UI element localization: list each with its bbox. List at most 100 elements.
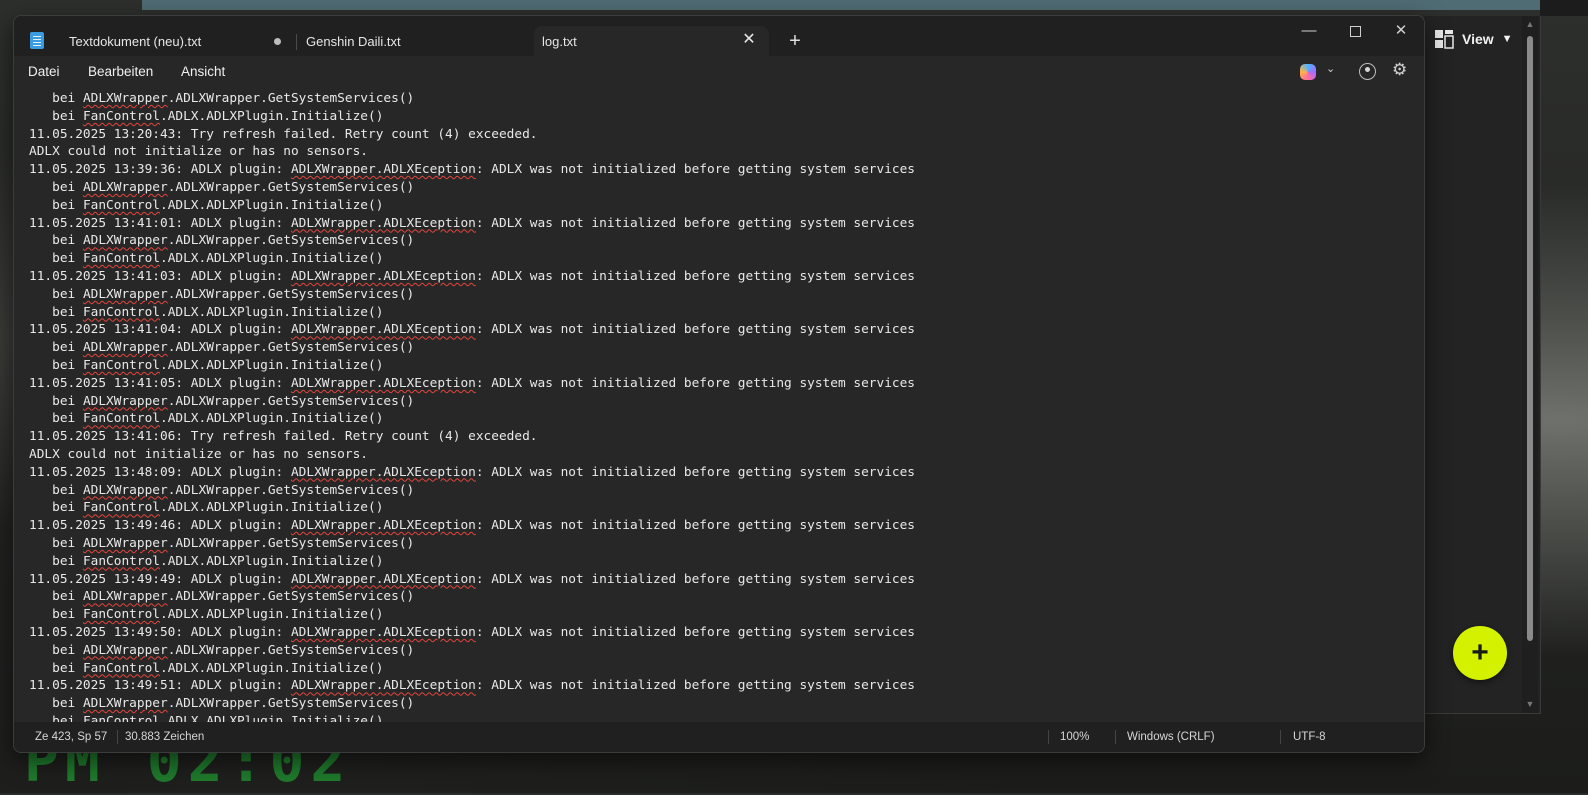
log-text: : ADLX was not initialized before gettin… — [475, 518, 916, 534]
chevron-down-icon[interactable]: ⌄ — [1326, 62, 1335, 75]
copilot-icon[interactable] — [1300, 64, 1316, 80]
log-line: bei ADLXWrapper.ADLXWrapper.GetSystemSer… — [29, 588, 915, 606]
close-window-button[interactable]: ✕ — [1378, 18, 1424, 48]
spellcheck-flagged-word: FanControl — [82, 660, 160, 676]
indent-bei: bei — [29, 179, 83, 195]
status-divider — [117, 730, 118, 744]
log-line: bei FanControl.ADLX.ADLXPlugin.Initializ… — [29, 197, 915, 215]
indent-bei: bei — [29, 713, 83, 722]
spellcheck-flagged-word: FanControl — [82, 553, 160, 569]
menu-view[interactable]: Ansicht — [181, 64, 225, 79]
log-text: 11.05.2025 13:41:04: ADLX plugin: — [29, 322, 291, 338]
spellcheck-flagged-word: FanControl — [82, 304, 160, 320]
log-text: .ADLXWrapper.GetSystemServices() — [167, 340, 415, 356]
notepad-window: Textdokument (neu).txt Genshin Daili.txt… — [13, 15, 1425, 753]
status-divider — [1280, 730, 1281, 744]
menu-file[interactable]: Datei — [28, 64, 60, 79]
spellcheck-flagged-word: ADLXWrapper — [82, 642, 168, 658]
scroll-down-arrow-icon[interactable]: ▼ — [1525, 699, 1535, 709]
indent-bei: bei — [29, 197, 83, 213]
log-text: .ADLXWrapper.GetSystemServices() — [167, 286, 415, 302]
add-floating-button[interactable]: + — [1453, 626, 1507, 680]
log-text: .ADLX.ADLXPlugin.Initialize() — [159, 357, 384, 373]
log-text: 11.05.2025 13:39:36: ADLX plugin: — [29, 162, 291, 178]
scroll-up-arrow-icon[interactable]: ▲ — [1525, 19, 1535, 29]
log-line: 11.05.2025 13:41:04: ADLX plugin: ADLXWr… — [29, 321, 915, 339]
status-divider — [1115, 730, 1116, 744]
maximize-icon — [1349, 25, 1361, 37]
line-ending[interactable]: Windows (CRLF) — [1127, 731, 1215, 743]
character-count: 30.883 Zeichen — [125, 731, 205, 743]
log-line: ADLX could not initialize or has no sens… — [29, 446, 915, 464]
text-editor[interactable]: bei ADLXWrapper.ADLXWrapper.GetSystemSer… — [14, 88, 1424, 722]
log-line: bei ADLXWrapper.ADLXWrapper.GetSystemSer… — [29, 232, 915, 250]
indent-bei: bei — [29, 108, 83, 124]
log-line: bei ADLXWrapper.ADLXWrapper.GetSystemSer… — [29, 179, 915, 197]
log-text: : ADLX was not initialized before gettin… — [475, 678, 916, 694]
log-line: bei FanControl.ADLX.ADLXPlugin.Initializ… — [29, 250, 915, 268]
log-text: : ADLX was not initialized before gettin… — [475, 215, 916, 231]
menu-bar: Datei Bearbeiten Ansicht ⌄ ⚙ — [14, 56, 1424, 88]
spellcheck-flagged-word: ADLXWrapper.ADLXEception — [290, 571, 476, 587]
log-text: .ADLXWrapper.GetSystemServices() — [167, 233, 415, 249]
tab-genshin-daili[interactable]: Genshin Daili.txt — [306, 26, 536, 56]
log-text: 11.05.2025 13:48:09: ADLX plugin: — [29, 464, 291, 480]
log-line: bei ADLXWrapper.ADLXWrapper.GetSystemSer… — [29, 286, 915, 304]
spellcheck-flagged-word: ADLXWrapper.ADLXEception — [290, 162, 476, 178]
encoding[interactable]: UTF-8 — [1293, 731, 1326, 743]
notepad-app-icon — [30, 32, 44, 49]
spellcheck-flagged-word: ADLXWrapper — [82, 233, 168, 249]
spellcheck-flagged-word: ADLXWrapper.ADLXEception — [290, 322, 476, 338]
status-divider — [1048, 730, 1049, 744]
indent-bei: bei — [29, 500, 83, 516]
spellcheck-flagged-word: ADLXWrapper — [82, 589, 168, 605]
log-line: bei FanControl.ADLX.ADLXPlugin.Initializ… — [29, 499, 915, 517]
indent-bei: bei — [29, 642, 83, 658]
background-app-scrollbar[interactable]: ▲ ▼ — [1522, 16, 1538, 713]
log-text: 11.05.2025 13:41:01: ADLX plugin: — [29, 215, 291, 231]
maximize-button[interactable] — [1332, 18, 1378, 48]
tab-log[interactable]: log.txt ✕ — [534, 26, 769, 56]
log-line: bei ADLXWrapper.ADLXWrapper.GetSystemSer… — [29, 339, 915, 357]
log-text: .ADLX.ADLXPlugin.Initialize() — [159, 660, 384, 676]
log-text: 11.05.2025 13:49:46: ADLX plugin: — [29, 518, 291, 534]
log-line: bei ADLXWrapper.ADLXWrapper.GetSystemSer… — [29, 695, 915, 713]
log-line: ADLX could not initialize or has no sens… — [29, 143, 915, 161]
cursor-position: Ze 423, Sp 57 — [35, 731, 108, 743]
indent-bei: bei — [29, 393, 83, 409]
log-text: .ADLX.ADLXPlugin.Initialize() — [159, 500, 384, 516]
view-button[interactable]: View ▼ — [1434, 26, 1513, 52]
log-line: bei ADLXWrapper.ADLXWrapper.GetSystemSer… — [29, 642, 915, 660]
log-text: : ADLX was not initialized before gettin… — [475, 624, 916, 640]
log-line: 11.05.2025 13:41:06: Try refresh failed.… — [29, 428, 915, 446]
log-text: ADLX could not initialize or has no sens… — [29, 446, 368, 462]
scrollbar-thumb[interactable] — [1527, 36, 1533, 641]
log-text: ADLX could not initialize or has no sens… — [29, 144, 368, 160]
log-line: bei FanControl.ADLX.ADLXPlugin.Initializ… — [29, 410, 915, 428]
log-text: : ADLX was not initialized before gettin… — [475, 268, 916, 284]
spellcheck-flagged-word: FanControl — [82, 197, 160, 213]
indent-bei: bei — [29, 304, 83, 320]
log-text: .ADLXWrapper.GetSystemServices() — [167, 535, 415, 551]
log-text: .ADLX.ADLXPlugin.Initialize() — [159, 553, 384, 569]
log-line: bei ADLXWrapper.ADLXWrapper.GetSystemSer… — [29, 535, 915, 553]
log-text: .ADLX.ADLXPlugin.Initialize() — [159, 304, 384, 320]
log-text: .ADLXWrapper.GetSystemServices() — [167, 696, 415, 712]
new-tab-button[interactable]: + — [784, 30, 806, 52]
spellcheck-flagged-word: ADLXWrapper — [82, 696, 168, 712]
zoom-level[interactable]: 100% — [1060, 731, 1089, 743]
close-tab-icon[interactable]: ✕ — [740, 31, 758, 49]
tab-textdokument[interactable]: Textdokument (neu).txt — [69, 26, 294, 56]
log-line: bei ADLXWrapper.ADLXWrapper.GetSystemSer… — [29, 90, 915, 108]
log-text: : ADLX was not initialized before gettin… — [475, 322, 916, 338]
spellcheck-flagged-word: FanControl — [82, 251, 160, 267]
layout-icon — [1435, 30, 1454, 49]
spellcheck-flagged-word: ADLXWrapper.ADLXEception — [290, 268, 476, 284]
spellcheck-flagged-word: ADLXWrapper.ADLXEception — [290, 518, 476, 534]
menu-edit[interactable]: Bearbeiten — [88, 64, 153, 79]
minimize-button[interactable]: — — [1286, 18, 1332, 48]
gear-icon[interactable]: ⚙ — [1392, 60, 1407, 80]
tab-divider — [296, 34, 297, 50]
log-text: .ADLX.ADLXPlugin.Initialize() — [159, 197, 384, 213]
account-icon[interactable] — [1359, 63, 1376, 80]
